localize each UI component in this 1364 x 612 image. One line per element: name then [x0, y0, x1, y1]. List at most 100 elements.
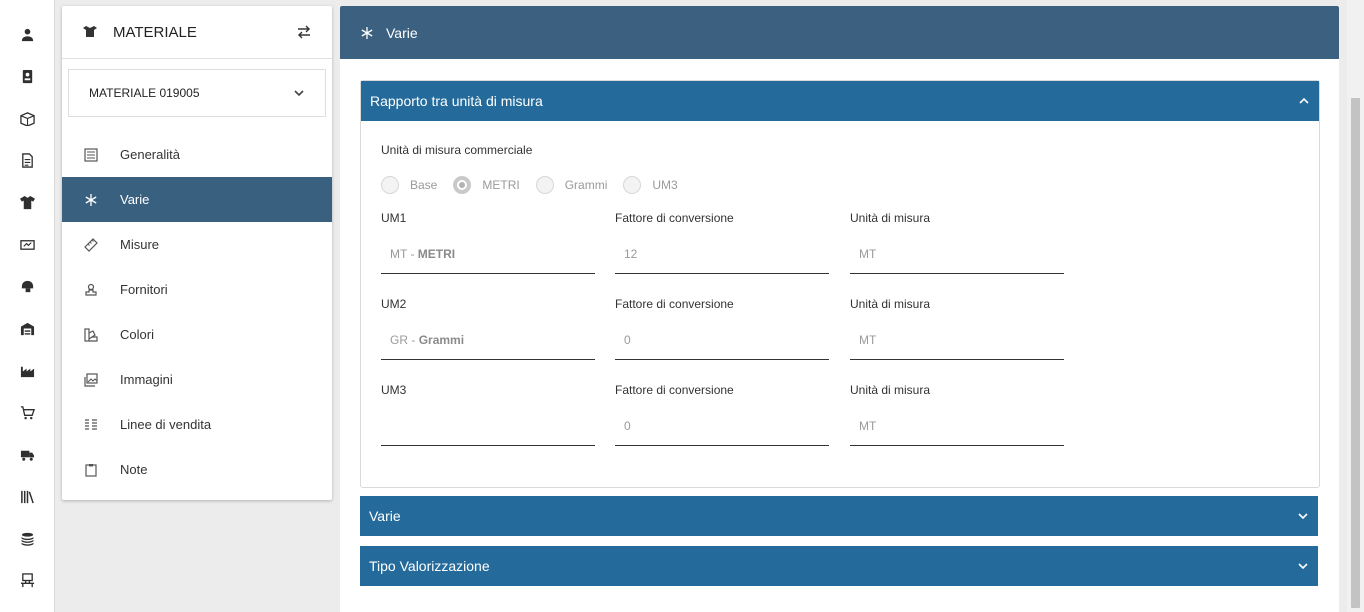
sidebar-item-fornitori[interactable]: Fornitori: [62, 267, 332, 312]
swatches-icon: [84, 327, 98, 342]
ruler-icon: [84, 237, 98, 252]
commercial-unit-label: Unità di misura commerciale: [381, 143, 533, 157]
radio-label: METRI: [482, 178, 520, 192]
um3-unit-field[interactable]: MT: [850, 406, 1064, 446]
stamp-icon: [84, 283, 98, 297]
document-icon[interactable]: [17, 152, 37, 168]
radio-circle: [535, 176, 554, 194]
clipboard-icon: [84, 463, 98, 477]
chevron-down-icon: [1298, 563, 1308, 570]
sidebar-item-label: Fornitori: [120, 282, 168, 297]
sidebar-item-varie[interactable]: Varie: [62, 177, 332, 222]
sidebar-menu: Generalità Varie Misure Fornitori Colori…: [62, 132, 332, 492]
app-rail: [0, 0, 55, 612]
radio-grammi[interactable]: Grammi: [535, 176, 608, 194]
sidebar-item-linee-di-vendita[interactable]: Linee di vendita: [62, 402, 332, 447]
user-icon[interactable]: [17, 26, 37, 42]
radio-metri[interactable]: METRI: [453, 176, 520, 194]
um3-label: UM3: [381, 383, 407, 397]
sidebar-title: MATERIALE: [113, 23, 197, 41]
um1-code: MT -: [390, 246, 415, 261]
sidebar-item-label: Colori: [120, 327, 154, 342]
radio-um3[interactable]: UM3: [623, 176, 678, 194]
box-open-icon: [83, 26, 97, 37]
um1-factor-field[interactable]: 12: [615, 234, 829, 274]
sidebar-item-note[interactable]: Note: [62, 447, 332, 492]
material-sidebar: MATERIALE MATERIALE 019005 Generalità Va…: [62, 6, 332, 500]
um2-unit-label: Unità di misura: [850, 297, 931, 311]
panel-title: Tipo Valorizzazione: [369, 558, 490, 574]
material-select-value: MATERIALE 019005: [89, 86, 200, 100]
commercial-unit-radio-group: Base METRI Grammi UM3: [381, 174, 694, 196]
radio-base[interactable]: Base: [381, 176, 437, 194]
um2-factor-field[interactable]: 0: [615, 320, 829, 360]
panel-title: Varie: [369, 508, 401, 524]
box-icon[interactable]: [17, 110, 37, 126]
sidebar-header: MATERIALE: [62, 6, 332, 59]
id-card-icon[interactable]: [17, 68, 37, 84]
radio-circle: [623, 176, 642, 194]
sidebar-item-generalita[interactable]: Generalità: [62, 132, 332, 177]
radio-circle: [381, 176, 399, 194]
sidebar-item-immagini[interactable]: Immagini: [62, 357, 332, 402]
panel-title: Rapporto tra unità di misura: [370, 93, 543, 109]
warehouse-icon[interactable]: [17, 320, 37, 336]
coins-icon[interactable]: [17, 530, 37, 546]
um1-field[interactable]: MT - METRI: [381, 234, 595, 274]
um1-unit-value: MT: [859, 246, 877, 261]
um2-unit-field[interactable]: MT: [850, 320, 1064, 360]
tshirt-icon[interactable]: [17, 194, 37, 210]
um2-unit-value: MT: [859, 332, 877, 347]
sidebar-item-label: Varie: [120, 192, 150, 207]
ticket-icon[interactable]: [17, 236, 37, 252]
radio-label: UM3: [652, 178, 678, 192]
library-icon[interactable]: [17, 488, 37, 504]
um1-unit-label: Unità di misura: [850, 211, 931, 225]
radio-label: Grammi: [564, 178, 608, 192]
um3-factor-field[interactable]: 0: [615, 406, 829, 446]
sidebar-item-label: Immagini: [120, 372, 173, 387]
um2-code: GR -: [390, 332, 416, 347]
workstation-icon[interactable]: [17, 572, 37, 588]
um3-factor-label: Fattore di conversione: [615, 383, 734, 397]
main-content: Varie Rapporto tra unità di misura Unità…: [340, 6, 1339, 612]
cart-icon[interactable]: [17, 404, 37, 420]
chevron-down-icon: [294, 90, 304, 97]
truck-icon[interactable]: [17, 446, 37, 462]
panel-rapporto-header[interactable]: Rapporto tra unità di misura: [361, 81, 1319, 121]
um2-factor-value: 0: [624, 332, 631, 347]
list-box-icon: [84, 147, 98, 162]
panel-varie-header[interactable]: Varie: [360, 496, 1318, 536]
um3-unit-value: MT: [859, 418, 877, 433]
panel-varie: Varie: [360, 496, 1318, 536]
sidebar-item-colori[interactable]: Colori: [62, 312, 332, 357]
chevron-up-icon: [1299, 97, 1309, 104]
asterisk-icon: [361, 26, 373, 39]
um2-field[interactable]: GR - Grammi: [381, 320, 595, 360]
columns-list-icon: [84, 418, 98, 432]
radio-circle-selected: [453, 176, 472, 194]
um1-unit-field[interactable]: MT: [850, 234, 1064, 274]
factory-icon[interactable]: [17, 362, 37, 378]
sidebar-item-label: Note: [120, 462, 148, 477]
panel-tipo-valorizzazione-header[interactable]: Tipo Valorizzazione: [360, 546, 1318, 586]
um3-field[interactable]: [381, 406, 595, 446]
radio-label: Base: [410, 178, 438, 192]
panel-tipo-valorizzazione: Tipo Valorizzazione: [360, 546, 1318, 586]
sidebar-item-label: Misure: [120, 237, 160, 252]
um3-unit-label: Unità di misura: [850, 383, 931, 397]
material-select[interactable]: MATERIALE 019005: [68, 69, 326, 117]
swap-icon[interactable]: [296, 24, 312, 40]
um2-label: UM2: [381, 297, 407, 311]
page-scrollbar[interactable]: [1347, 0, 1364, 612]
scrollbar-thumb[interactable]: [1351, 98, 1360, 608]
um3-factor-value: 0: [624, 418, 631, 433]
page-header: Varie: [340, 6, 1339, 59]
page-title: Varie: [386, 24, 418, 41]
um2-name: Grammi: [418, 332, 465, 347]
sidebar-item-label: Generalità: [120, 147, 180, 162]
hat-icon[interactable]: [17, 278, 37, 294]
um1-factor-label: Fattore di conversione: [615, 211, 734, 225]
sidebar-item-misure[interactable]: Misure: [62, 222, 332, 267]
um2-factor-label: Fattore di conversione: [615, 297, 734, 311]
